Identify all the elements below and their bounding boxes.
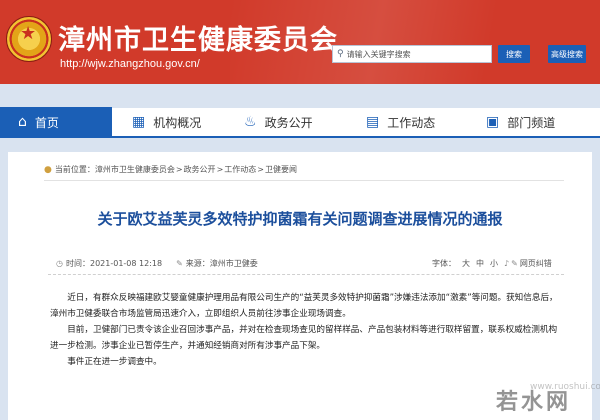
font-large-button[interactable]: 大 xyxy=(462,258,470,269)
font-size-label: 字体： xyxy=(432,259,456,268)
breadcrumb-prefix: 当前位置： xyxy=(54,165,95,174)
error-report-link[interactable]: 网页纠错 xyxy=(520,258,552,269)
breadcrumb-divider xyxy=(44,180,564,181)
nav-item-label: 首页 xyxy=(34,115,59,130)
search-icon: ⚲ xyxy=(337,49,344,59)
publish-time: 时间：2021-01-08 12:18 xyxy=(65,259,163,268)
breadcrumb-item[interactable]: 卫健要闻 xyxy=(265,164,297,175)
nav-item-work-news[interactable]: ▤ 工作动态 xyxy=(346,107,464,137)
site-title: 漳州市卫生健康委员会 xyxy=(58,25,338,56)
nav-item-label: 部门频道 xyxy=(507,115,556,130)
home-icon: ⌂ xyxy=(18,114,27,130)
meta-right: 字体： 大 中 小 ♪ ✎ 网页纠错 xyxy=(432,258,558,269)
clock-icon: ◷ xyxy=(56,259,63,268)
meta-left: ◷ 时间：2021-01-08 12:18 ✎ 来源：漳州市卫健委 xyxy=(56,258,258,269)
search-input[interactable] xyxy=(346,47,485,61)
main-nav: ⌂ 首页 ▦ 机构概况 ♨ 政务公开 ▤ 工作动态 ▣ 部门频道 xyxy=(0,107,600,138)
article-meta: ◷ 时间：2021-01-08 12:18 ✎ 来源：漳州市卫健委 字体： 大 … xyxy=(48,255,564,275)
site-url: http://wjw.zhangzhou.gov.cn/ xyxy=(60,58,200,70)
speaker-icon[interactable]: ♪ xyxy=(504,259,509,268)
nav-item-government-affairs[interactable]: ♨ 政务公开 xyxy=(234,107,346,137)
article-paragraph: 近日，有群众反映福建欧艾婴童健康护理用品有限公司生产的“益芙灵多效特护抑菌霜”涉… xyxy=(50,293,558,319)
nav-item-home[interactable]: ⌂ 首页 xyxy=(0,107,112,137)
error-report-icon: ✎ xyxy=(511,259,518,268)
breadcrumb-separator: > xyxy=(175,165,183,174)
source-icon: ✎ xyxy=(176,259,183,268)
breadcrumb: ● 当前位置： 漳州市卫生健康委员会 > 政务公开 > 工作动态 > 卫健要闻 xyxy=(44,164,297,175)
building-icon: ▦ xyxy=(132,114,146,130)
watermark-logo: 若水网 xyxy=(496,390,572,415)
search-button[interactable]: 搜索 xyxy=(498,45,530,63)
article-paragraph: 事件正在进一步调查中。 xyxy=(67,357,162,367)
search-box[interactable]: ⚲ xyxy=(332,45,492,63)
national-emblem-icon xyxy=(6,16,52,62)
breadcrumb-item[interactable]: 漳州市卫生健康委员会 xyxy=(95,164,175,175)
nav-item-organization[interactable]: ▦ 机构概况 xyxy=(122,107,234,137)
breadcrumb-separator: > xyxy=(257,165,264,174)
article-source: 来源：漳州市卫健委 xyxy=(185,259,258,268)
breadcrumb-item[interactable]: 政务公开 xyxy=(184,164,216,175)
article-body: 近日，有群众反映福建欧艾婴童健康护理用品有限公司生产的“益芙灵多效特护抑菌霜”涉… xyxy=(50,290,562,370)
font-small-button[interactable]: 小 xyxy=(490,258,498,269)
monitor-icon: ▣ xyxy=(486,114,500,130)
breadcrumb-item[interactable]: 工作动态 xyxy=(224,164,256,175)
breadcrumb-separator: > xyxy=(216,165,224,174)
font-medium-button[interactable]: 中 xyxy=(476,258,484,269)
nav-item-label: 机构概况 xyxy=(153,115,202,130)
article-title: 关于欧艾益芙灵多效特护抑菌霜有关问题调查进展情况的通报 xyxy=(97,210,503,228)
nav-item-label: 工作动态 xyxy=(387,115,436,130)
site-header: 漳州市卫生健康委员会 http://wjw.zhangzhou.gov.cn/ … xyxy=(0,0,600,84)
nav-item-departments[interactable]: ▣ 部门频道 xyxy=(464,107,576,137)
article-container: ● 当前位置： 漳州市卫生健康委员会 > 政务公开 > 工作动态 > 卫健要闻 … xyxy=(8,152,592,420)
advanced-search-button[interactable]: 高级搜索 xyxy=(548,45,586,63)
article-paragraph: 目前，卫健部门已责令该企业召回涉事产品，并对在检查现场查见的留样样品、产品包装材… xyxy=(50,325,558,351)
bell-icon: ♨ xyxy=(244,114,257,130)
chart-icon: ▤ xyxy=(366,114,380,130)
location-pin-icon: ● xyxy=(44,164,52,175)
nav-item-label: 政务公开 xyxy=(264,115,313,130)
